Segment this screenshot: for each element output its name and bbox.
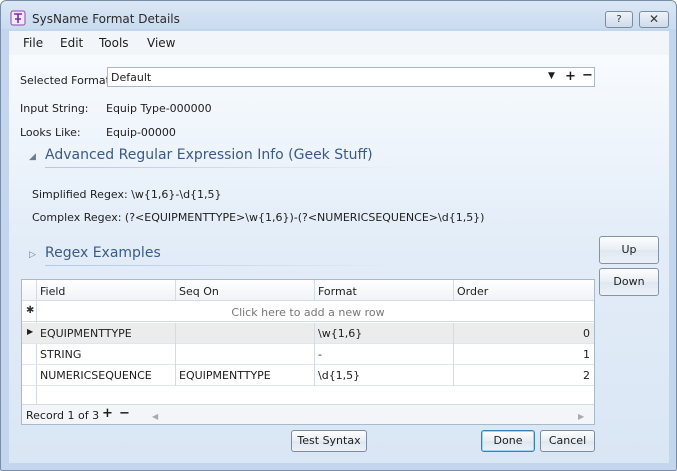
delete-record-icon[interactable]: − bbox=[119, 406, 130, 421]
down-button[interactable]: Down bbox=[599, 268, 659, 296]
cancel-button[interactable]: Cancel bbox=[540, 430, 595, 452]
regex-examples-title: Regex Examples bbox=[45, 245, 161, 261]
title-bar[interactable]: SysName Format Details ? ✕ bbox=[1, 1, 676, 31]
table-row[interactable]: STRING - 1 bbox=[22, 344, 594, 365]
simplified-regex-text: Simplified Regex: \w{1,6}-\d{1,5} bbox=[32, 188, 222, 201]
cell-format[interactable]: \d{1,5} bbox=[318, 369, 360, 382]
looks-like-label: Looks Like: bbox=[20, 126, 81, 139]
app-icon bbox=[10, 10, 26, 26]
column-header-field[interactable]: Field bbox=[40, 285, 65, 298]
menu-bar: File Edit Tools View bbox=[9, 31, 669, 55]
cell-order[interactable]: 2 bbox=[550, 369, 590, 382]
column-separator bbox=[453, 280, 454, 301]
table-row[interactable]: ▶ EQUIPMENTTYPE \w{1,6} 0 bbox=[22, 323, 594, 344]
selected-format-value: Default bbox=[111, 71, 152, 84]
column-separator bbox=[453, 344, 454, 365]
column-separator bbox=[175, 323, 176, 344]
test-syntax-button[interactable]: Test Syntax bbox=[291, 430, 367, 452]
dialog-content: Selected Format: Default ▼ + − Input Str… bbox=[9, 55, 669, 463]
selected-format-combo[interactable]: Default ▼ + − bbox=[107, 67, 595, 87]
sysname-format-window: SysName Format Details ? ✕ File Edit Too… bbox=[0, 0, 677, 471]
done-button[interactable]: Done bbox=[481, 430, 535, 452]
menu-tools[interactable]: Tools bbox=[99, 36, 129, 50]
cell-seq-on[interactable]: EQUIPMENTTYPE bbox=[179, 369, 271, 382]
record-count-label: Record 1 of 3 bbox=[26, 409, 100, 422]
section-divider bbox=[45, 167, 405, 168]
table-row[interactable]: NUMERICSEQUENCE EQUIPMENTTYPE \d{1,5} 2 bbox=[22, 365, 594, 386]
menu-view[interactable]: View bbox=[147, 36, 175, 50]
column-header-format[interactable]: Format bbox=[318, 285, 357, 298]
input-string-label: Input String: bbox=[20, 102, 89, 115]
remove-format-icon[interactable]: − bbox=[582, 68, 593, 83]
up-button[interactable]: Up bbox=[599, 236, 659, 264]
grid-record-navigator: Record 1 of 3 + − ◀ ▶ bbox=[22, 404, 594, 424]
section-divider bbox=[45, 265, 405, 266]
regex-examples-section-header[interactable]: ▷ Regex Examples bbox=[29, 245, 161, 261]
expand-triangle-icon: ▷ bbox=[29, 250, 36, 260]
window-title: SysName Format Details bbox=[32, 12, 180, 26]
looks-like-value: Equip-00000 bbox=[106, 126, 176, 139]
column-separator bbox=[453, 365, 454, 386]
add-new-row[interactable]: ✱ Click here to add a new row bbox=[22, 301, 594, 322]
cell-format[interactable]: - bbox=[318, 348, 322, 361]
add-format-icon[interactable]: + bbox=[565, 69, 576, 84]
advanced-regex-section-header[interactable]: ◢ Advanced Regular Expression Info (Geek … bbox=[29, 147, 373, 163]
cell-field[interactable]: STRING bbox=[40, 348, 81, 361]
menu-edit[interactable]: Edit bbox=[60, 36, 83, 50]
column-separator bbox=[175, 344, 176, 365]
selected-format-label: Selected Format: bbox=[20, 74, 114, 87]
menu-file[interactable]: File bbox=[23, 36, 43, 50]
column-separator bbox=[175, 365, 176, 386]
dropdown-arrow-icon[interactable]: ▼ bbox=[548, 71, 555, 81]
column-header-order[interactable]: Order bbox=[457, 285, 488, 298]
column-separator bbox=[453, 323, 454, 344]
cell-field[interactable]: EQUIPMENTTYPE bbox=[40, 327, 132, 340]
column-separator bbox=[314, 344, 315, 365]
close-button[interactable]: ✕ bbox=[639, 11, 669, 28]
format-fields-grid: Field Seq On Format Order ✱ Click here t… bbox=[21, 279, 595, 425]
column-header-seq-on[interactable]: Seq On bbox=[179, 285, 219, 298]
cell-format[interactable]: \w{1,6} bbox=[318, 327, 362, 340]
add-new-row-text: Click here to add a new row bbox=[231, 306, 385, 319]
collapse-triangle-icon: ◢ bbox=[29, 152, 36, 162]
advanced-regex-title: Advanced Regular Expression Info (Geek S… bbox=[45, 147, 373, 163]
input-string-value: Equip Type-000000 bbox=[106, 102, 212, 115]
current-row-indicator-icon: ▶ bbox=[27, 327, 34, 336]
help-button[interactable]: ? bbox=[605, 11, 633, 28]
column-separator bbox=[314, 365, 315, 386]
column-separator bbox=[175, 280, 176, 301]
cell-order[interactable]: 1 bbox=[550, 348, 590, 361]
column-separator bbox=[314, 323, 315, 344]
complex-regex-text: Complex Regex: (?<EQUIPMENTTYPE>\w{1,6})… bbox=[32, 211, 485, 224]
add-record-icon[interactable]: + bbox=[102, 406, 113, 421]
scroll-left-icon[interactable]: ◀ bbox=[152, 412, 158, 421]
column-separator bbox=[314, 280, 315, 301]
cell-field[interactable]: NUMERICSEQUENCE bbox=[40, 369, 152, 382]
grid-header: Field Seq On Format Order bbox=[22, 280, 594, 301]
cell-order[interactable]: 0 bbox=[550, 327, 590, 340]
scroll-right-icon[interactable]: ▶ bbox=[578, 412, 584, 421]
